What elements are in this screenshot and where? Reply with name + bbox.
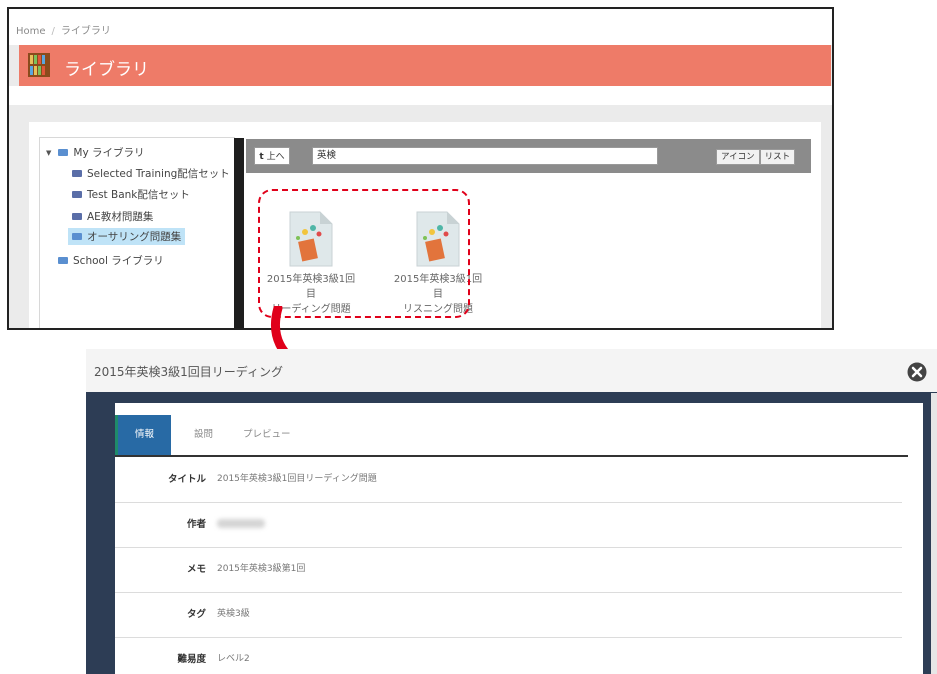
folder-icon — [72, 213, 82, 220]
tab-info[interactable]: 情報 — [115, 415, 171, 455]
folder-icon — [72, 191, 82, 198]
folder-icon — [72, 170, 82, 177]
field-label: タグ — [186, 609, 206, 620]
field-value: 2015年英検3級第1回 — [217, 564, 306, 574]
tree-label: My ライブラリ — [73, 147, 145, 159]
field-row-memo: メモ 2015年英検3級第1回 — [115, 547, 902, 593]
tree-node-test-bank[interactable]: Test Bank配信セット — [72, 187, 190, 202]
folder-icon — [58, 257, 68, 264]
tree-node-my-library[interactable]: ▼ My ライブラリ — [46, 145, 145, 160]
tab-bar: 情報 設問 プレビュー — [115, 415, 908, 457]
expand-triangle-icon[interactable]: ▼ — [46, 149, 51, 157]
modal-title: 2015年英検3級1回目リーディング — [94, 365, 283, 379]
file-toolbar: t 上へ 英検 アイコン リスト — [246, 139, 811, 173]
field-row-author: 作者 — [115, 502, 902, 548]
field-row-title: タイトル 2015年英検3級1回目リーディング問題 — [115, 457, 902, 503]
breadcrumb-bar: Home / ライブラリ — [9, 9, 832, 45]
field-row-tag: タグ 英検3級 — [115, 592, 902, 638]
breadcrumb-home[interactable]: Home — [16, 26, 46, 37]
close-icon[interactable] — [907, 362, 927, 382]
tree-label: Selected Training配信セット — [87, 168, 230, 180]
modal-header: 2015年英検3級1回目リーディング — [86, 349, 937, 392]
breadcrumb-separator: / — [51, 26, 55, 37]
field-value: レベル2 — [217, 654, 250, 664]
up-arrow-icon: t — [259, 152, 264, 162]
tree-node-selected-training[interactable]: Selected Training配信セット — [72, 166, 230, 181]
folder-tree: ▼ My ライブラリ Selected Training配信セット Test B… — [39, 137, 235, 328]
tab-preview[interactable]: プレビュー — [243, 415, 291, 455]
highlight-box — [258, 189, 470, 318]
field-value-blurred — [217, 502, 265, 547]
tree-label: AE教材問題集 — [87, 211, 154, 223]
up-button[interactable]: t 上へ — [254, 147, 290, 165]
field-row-difficulty: 難易度 レベル2 — [115, 637, 902, 674]
tree-label: Test Bank配信セット — [87, 189, 190, 201]
folder-icon — [72, 233, 82, 240]
field-label: タイトル — [167, 474, 206, 485]
up-button-label: 上へ — [266, 152, 285, 162]
page-header: ライブラリ — [19, 45, 831, 86]
field-label: 難易度 — [177, 654, 206, 665]
tree-node-school-library[interactable]: School ライブラリ — [58, 253, 164, 268]
bookshelf-icon — [28, 53, 50, 77]
breadcrumb: Home / ライブラリ — [16, 22, 111, 37]
modal-scrollbar[interactable] — [931, 393, 937, 674]
page-title: ライブラリ — [64, 60, 149, 80]
modal-body: 情報 設問 プレビュー タイトル 2015年英検3級1回目リーディング問題 作者… — [115, 403, 923, 674]
folder-icon — [58, 149, 69, 156]
field-value: 2015年英検3級1回目リーディング問題 — [217, 474, 377, 484]
list-view-button[interactable]: リスト — [759, 149, 796, 165]
pane-divider[interactable] — [234, 138, 244, 328]
search-input[interactable]: 英検 — [312, 147, 658, 165]
tree-label: オーサリング問題集 — [87, 231, 182, 243]
view-toggle: アイコン リスト — [716, 149, 796, 165]
detail-modal: 2015年英検3級1回目リーディング 情報 設問 プレビュー タイトル 2015… — [86, 349, 937, 674]
icon-view-button[interactable]: アイコン — [716, 149, 760, 165]
tree-node-ae-materials[interactable]: AE教材問題集 — [72, 209, 153, 224]
field-label: メモ — [186, 564, 206, 575]
tree-label: School ライブラリ — [73, 255, 164, 267]
tree-node-authoring[interactable]: オーサリング問題集 — [68, 228, 186, 245]
tab-questions[interactable]: 設問 — [194, 415, 213, 455]
breadcrumb-current: ライブラリ — [60, 26, 111, 37]
field-label: 作者 — [186, 519, 206, 530]
field-value: 英検3級 — [217, 609, 250, 619]
